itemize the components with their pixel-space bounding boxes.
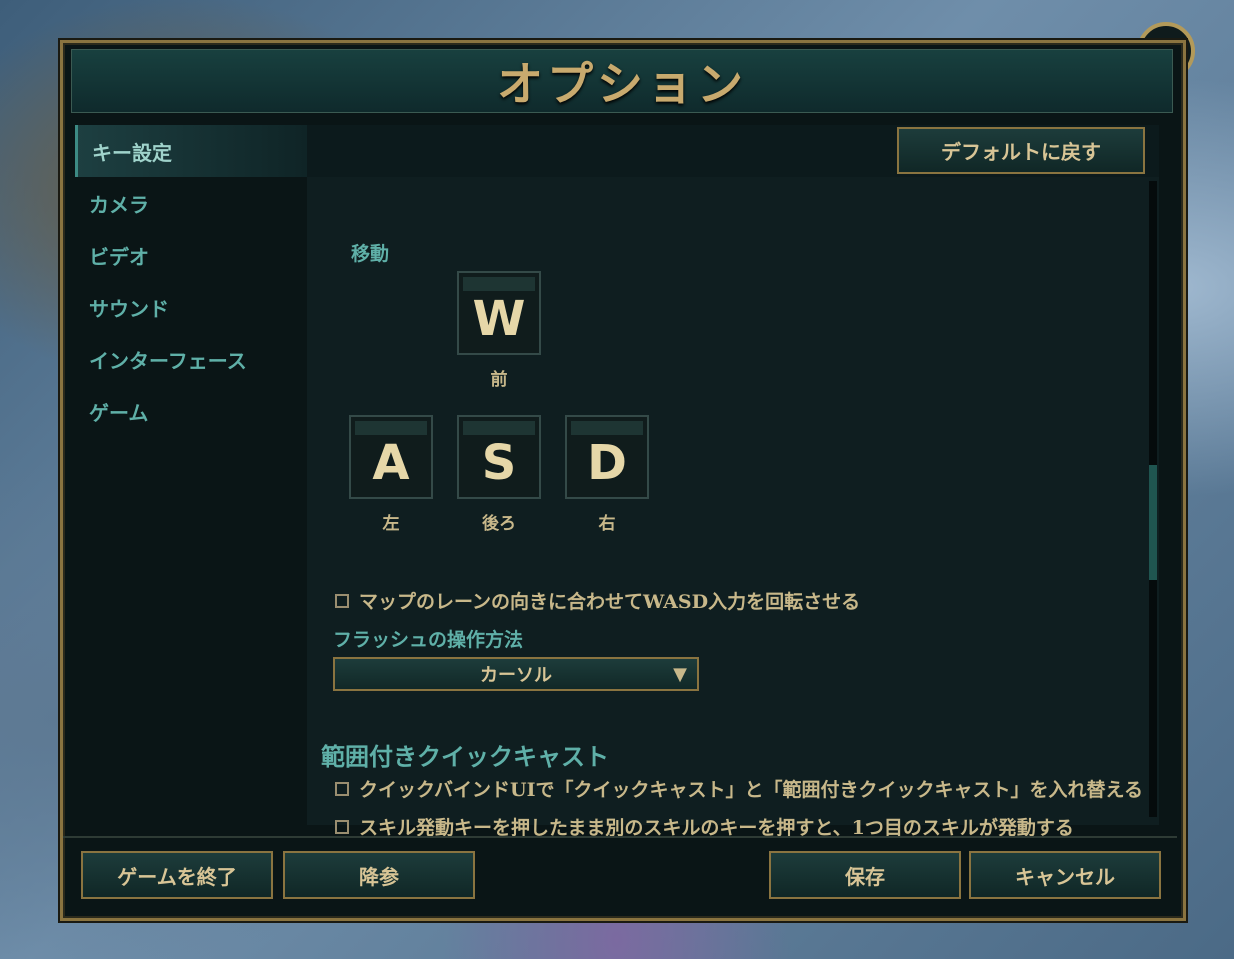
movement-section-label: 移動 <box>351 243 390 265</box>
chevron-down-icon: ▼ <box>673 664 687 685</box>
cancel-button[interactable]: キャンセル <box>969 851 1161 899</box>
key-d-label: 右 <box>598 514 616 534</box>
rotate-wasd-text: マップのレーンの向きに合わせてWASD入力を回転させる <box>359 591 861 613</box>
swap-quickcast-checkbox[interactable] <box>335 781 349 796</box>
quit-game-button[interactable]: ゲームを終了 <box>81 851 273 899</box>
key-w-label: 前 <box>490 370 508 390</box>
key-s-label: 後ろ <box>482 514 516 534</box>
sidebar-item-hotkeys[interactable]: キー設定 <box>75 125 307 177</box>
sidebar-item-sound[interactable]: サウンド <box>75 281 307 333</box>
sidebar-item-video[interactable]: ビデオ <box>75 229 307 281</box>
dialog-title: オプション <box>497 57 747 111</box>
key-d-button[interactable]: D <box>565 415 649 499</box>
footer-divider <box>63 836 1177 838</box>
flash-method-value: カーソル <box>480 665 552 686</box>
rotate-wasd-checkbox[interactable] <box>335 593 349 608</box>
quickcast-heading: 範囲付きクイックキャスト <box>321 742 609 771</box>
swap-quickcast-option[interactable]: クイックバインドUIで「クイックキャスト」と「範囲付きクイックキャスト」を入れ替… <box>335 775 1143 802</box>
settings-panel: デフォルトに戻す 移動 W 前 A 左 S 後ろ D 右 マップのレーンの向きに… <box>307 125 1159 839</box>
sidebar-item-interface[interactable]: インターフェース <box>75 333 307 385</box>
restore-defaults-button[interactable]: デフォルトに戻す <box>897 127 1145 174</box>
key-a-button[interactable]: A <box>349 415 433 499</box>
cast-first-skill-checkbox[interactable] <box>335 819 349 834</box>
flash-method-dropdown[interactable]: カーソル ▼ <box>333 657 699 691</box>
scrollbar-thumb[interactable] <box>1149 465 1157 580</box>
rotate-wasd-option[interactable]: マップのレーンの向きに合わせてWASD入力を回転させる <box>335 587 860 614</box>
sidebar-item-camera[interactable]: カメラ <box>75 177 307 229</box>
surrender-button[interactable]: 降参 <box>283 851 475 899</box>
save-button[interactable]: 保存 <box>769 851 961 899</box>
key-s-letter: S <box>481 435 517 491</box>
flash-method-label: フラッシュの操作方法 <box>333 629 524 651</box>
swap-quickcast-text: クイックバインドUIで「クイックキャスト」と「範囲付きクイックキャスト」を入れ替… <box>359 779 1143 801</box>
key-a-letter: A <box>372 435 410 491</box>
title-bar: オプション <box>71 49 1173 113</box>
key-w-letter: W <box>472 291 526 347</box>
key-a-label: 左 <box>382 514 400 534</box>
key-s-button[interactable]: S <box>457 415 541 499</box>
sidebar: キー設定 カメラ ビデオ サウンド インターフェース ゲーム <box>75 125 307 825</box>
sidebar-item-game[interactable]: ゲーム <box>75 385 307 437</box>
key-d-letter: D <box>587 435 627 491</box>
options-dialog: オプション キー設定 カメラ ビデオ サウンド インターフェース ゲーム デフォ… <box>60 40 1186 921</box>
key-w-button[interactable]: W <box>457 271 541 355</box>
